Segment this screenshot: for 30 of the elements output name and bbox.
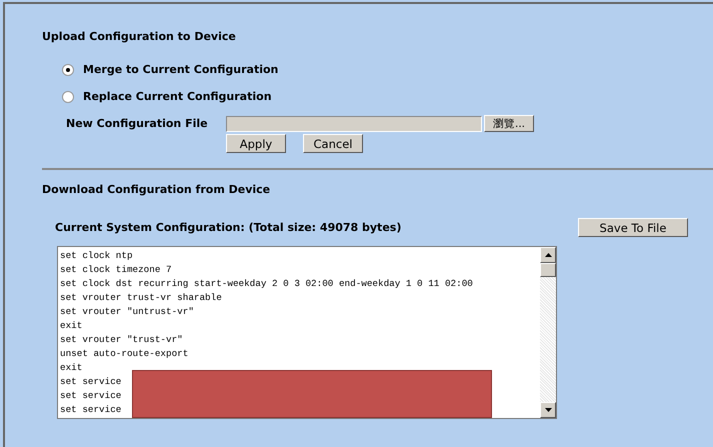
action-button[interactable]: Cancel xyxy=(303,134,363,153)
scrollbar[interactable] xyxy=(540,247,556,418)
config-line: set service xyxy=(60,389,122,403)
radio-label: Replace Current Configuration xyxy=(83,90,272,103)
config-line: set service xyxy=(60,403,122,417)
scroll-down-icon[interactable] xyxy=(540,402,556,418)
config-line: set service xyxy=(60,375,122,389)
config-line: set clock dst recurring start-weekday 2 0 3 02:00 end-weekday 1 0 11 02:00 xyxy=(60,277,473,291)
section-title: Download Configuration from Device xyxy=(42,183,272,196)
scroll-thumb[interactable] xyxy=(540,263,556,277)
scroll-up-icon[interactable] xyxy=(540,247,556,263)
file-path-field[interactable] xyxy=(226,116,482,132)
config-line: exit xyxy=(60,361,82,375)
config-line: set clock ntp xyxy=(60,249,133,263)
config-line: set vrouter "trust-vr" xyxy=(60,333,183,347)
config-line: set clock timezone 7 xyxy=(60,263,172,277)
config-text-area[interactable] xyxy=(57,246,557,419)
field-label: New Configuration File xyxy=(66,117,209,130)
action-button[interactable]: Apply xyxy=(226,134,286,153)
radio-button[interactable] xyxy=(62,64,74,76)
save-to-file-button[interactable]: Save To File xyxy=(578,218,688,237)
config-line: set vrouter "untrust-vr" xyxy=(60,305,194,319)
browse-button[interactable]: 瀏覽... xyxy=(484,115,534,132)
radio-button[interactable] xyxy=(62,90,74,102)
config-line: unset auto-route-export xyxy=(60,347,188,361)
section-title: Upload Configuration to Device xyxy=(42,30,237,43)
radio-label: Merge to Current Configuration xyxy=(83,63,278,76)
config-line: set vrouter trust-vr sharable xyxy=(60,291,222,305)
config-line: exit xyxy=(60,319,82,333)
config-label: Current System Configuration: (Total size: 49078 bytes) xyxy=(55,221,402,234)
